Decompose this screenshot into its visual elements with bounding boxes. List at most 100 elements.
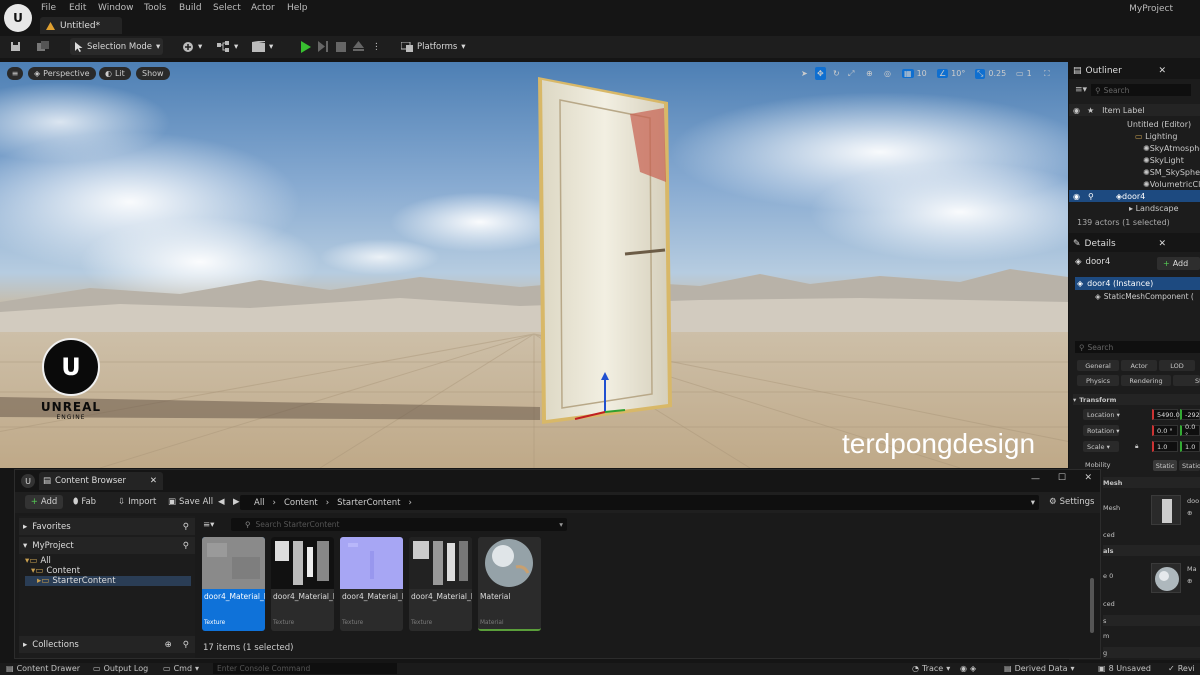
cmd-dropdown[interactable]: ▭ Cmd ▾ xyxy=(163,664,199,673)
minimize-icon[interactable]: — xyxy=(1031,474,1040,484)
menu-tools[interactable]: Tools xyxy=(144,3,166,13)
component-instance-row[interactable]: ◈ door4 (Instance) xyxy=(1075,277,1200,290)
viewport-menu-icon[interactable]: ≡ xyxy=(7,67,23,80)
select-tool-icon[interactable]: ➤ xyxy=(801,67,808,80)
rotate-tool-icon[interactable]: ↻ xyxy=(833,67,840,80)
show-button[interactable]: Show xyxy=(136,67,170,80)
outliner-row[interactable]: ✺SM_SkySphere xyxy=(1069,166,1200,178)
unsaved-button[interactable]: ▣ 8 Unsaved xyxy=(1098,664,1151,673)
close-icon[interactable]: ✕ xyxy=(1158,66,1166,76)
level-viewport[interactable]: ≡ ◈ Perspective ◐ Lit Show ➤ ✥ ↻ ⤢ ⊕ ◎ ▦… xyxy=(0,62,1068,468)
world-space-icon[interactable]: ⊕ xyxy=(866,67,873,80)
scrollbar[interactable] xyxy=(1090,578,1094,633)
grid-snap-toggle[interactable]: ▦ 10 xyxy=(902,67,927,80)
breadcrumb-content[interactable]: Content xyxy=(284,498,318,508)
tree-all[interactable]: ▾▭ All xyxy=(25,556,51,566)
asset-tile[interactable]: door4_Material_Metallic Texture xyxy=(271,537,334,631)
materials-section[interactable]: als xyxy=(1103,545,1200,556)
lock-icon[interactable]: 🔒︎ xyxy=(1135,442,1138,451)
myproject-section[interactable]: ▾ MyProject ⚲ xyxy=(19,537,195,554)
unreal-logo-icon[interactable]: U xyxy=(4,4,32,32)
outliner-row[interactable]: ✺SkyAtmosphere xyxy=(1069,142,1200,154)
tab-level-document[interactable]: Untitled* xyxy=(40,17,122,34)
outliner-row[interactable]: ✺ SkyLight xyxy=(1069,154,1200,166)
tree-startercontent[interactable]: ▸▭ StarterContent xyxy=(25,576,191,586)
search-icon[interactable]: ⚲ xyxy=(183,640,189,650)
menu-edit[interactable]: Edit xyxy=(69,3,86,13)
play-icon[interactable] xyxy=(300,38,311,55)
item-label-column[interactable]: Item Label xyxy=(1102,106,1144,115)
section-fragment[interactable]: s xyxy=(1103,615,1200,626)
scale-dropdown[interactable]: Scale ▾ xyxy=(1083,441,1119,452)
content-drawer-button[interactable]: ▤ Content Drawer xyxy=(6,664,80,673)
back-icon[interactable]: ◀ xyxy=(218,497,225,507)
eye-icon[interactable]: ◉ xyxy=(1073,192,1080,201)
close-icon[interactable]: ✕ xyxy=(1158,239,1166,249)
status-icons[interactable]: ◉ ◈ xyxy=(960,664,976,673)
step-icon[interactable] xyxy=(318,38,329,55)
close-window-icon[interactable]: ✕ xyxy=(1084,473,1092,483)
save-icon[interactable] xyxy=(10,38,21,55)
outliner-row-selected[interactable]: ◉ ⚲ ◈ door4 xyxy=(1069,190,1200,202)
scale-tool-icon[interactable]: ⤢ xyxy=(848,67,854,80)
star-icon[interactable]: ★ xyxy=(1087,106,1094,115)
scale-snap-toggle[interactable]: ⤡ 0.25 xyxy=(975,67,1006,80)
location-y-field[interactable]: -2920 xyxy=(1180,409,1200,420)
breadcrumb-startercontent[interactable]: StarterContent xyxy=(337,498,400,508)
add-button[interactable]: + Add xyxy=(25,495,63,509)
add-component-button[interactable]: + Add xyxy=(1157,257,1200,270)
settings-button[interactable]: ⚙ Settings xyxy=(1049,497,1095,507)
filter-actor[interactable]: Actor xyxy=(1121,360,1157,371)
rotation-y-field[interactable]: 0.0 ° xyxy=(1180,423,1200,439)
filter-streaming[interactable]: Streaming xyxy=(1173,375,1200,386)
material-thumbnail[interactable] xyxy=(1151,563,1181,593)
add-actor-icon[interactable]: ▾ xyxy=(182,38,202,55)
rotation-snap-toggle[interactable]: ∠ 10° xyxy=(937,67,965,80)
lit-button[interactable]: ◐ Lit xyxy=(99,67,131,80)
maximize-icon[interactable]: ☐ xyxy=(1058,473,1066,483)
browse-level-icon[interactable] xyxy=(37,38,49,55)
perspective-button[interactable]: ◈ Perspective xyxy=(28,67,96,80)
outliner-row[interactable]: ✺VolumetricCloud xyxy=(1069,178,1200,190)
asset-tile[interactable]: Material Material xyxy=(478,537,541,631)
selection-mode-dropdown[interactable]: Selection Mode ▾ xyxy=(70,38,163,55)
outliner-row[interactable]: ▸ Landscape xyxy=(1069,202,1200,214)
surface-snap-icon[interactable]: ◎ xyxy=(884,67,891,80)
filter-general[interactable]: General xyxy=(1077,360,1119,371)
outliner-row[interactable]: Untitled (Editor) xyxy=(1069,118,1200,130)
tree-content[interactable]: ▾▭ Content xyxy=(31,566,80,576)
filter-icon[interactable]: ≡▾ xyxy=(1075,85,1087,95)
menu-actor[interactable]: Actor xyxy=(251,3,275,13)
location-x-field[interactable]: 5490.0 xyxy=(1152,409,1180,420)
breadcrumb-all[interactable]: All xyxy=(254,498,265,508)
trace-dropdown[interactable]: ◔ Trace ▾ xyxy=(912,664,950,673)
content-browser-tab[interactable]: ▤ Content Browser ✕ xyxy=(39,472,163,490)
filter-lod[interactable]: LOD xyxy=(1159,360,1195,371)
menu-build[interactable]: Build xyxy=(179,3,202,13)
menu-window[interactable]: Window xyxy=(98,3,134,13)
outliner-tab[interactable]: ▤ Outliner ✕ xyxy=(1069,62,1200,79)
mesh-section[interactable]: Mesh xyxy=(1103,477,1200,488)
rotation-dropdown[interactable]: Rotation ▾ xyxy=(1083,425,1120,436)
section-fragment[interactable]: g xyxy=(1103,647,1200,658)
filter-icon[interactable]: ≡▾ xyxy=(203,520,214,530)
outliner-row[interactable]: ▭ Lighting xyxy=(1069,130,1200,142)
asset-tile[interactable]: door4_Material_Normal Texture xyxy=(340,537,403,631)
asset-tile[interactable]: door4_Material_Height Texture xyxy=(202,537,265,631)
scale-x-field[interactable]: 1.0 xyxy=(1152,441,1178,452)
location-dropdown[interactable]: Location ▾ xyxy=(1083,409,1120,420)
maximize-viewport-icon[interactable]: ⛶ xyxy=(1044,67,1050,80)
menu-file[interactable]: File xyxy=(41,3,56,13)
add-collection-icon[interactable]: ⊕ xyxy=(165,640,172,650)
rotation-x-field[interactable]: 0.0 ° xyxy=(1152,425,1178,436)
fab-button[interactable]: ⬮ Fab xyxy=(73,497,96,507)
menu-help[interactable]: Help xyxy=(287,3,308,13)
chevron-down-icon[interactable]: ▾ xyxy=(1031,498,1035,508)
asset-tile[interactable]: door4_Material_Roughness Texture xyxy=(409,537,472,631)
camera-speed-button[interactable]: ▭ 1 xyxy=(1016,67,1032,80)
component-row[interactable]: ◈ StaticMeshComponent ( xyxy=(1095,292,1194,301)
browse-icon[interactable]: ⊕ xyxy=(1187,509,1192,517)
platforms-dropdown[interactable]: Platforms ▾ xyxy=(401,38,466,55)
details-search[interactable]: ⚲ Search xyxy=(1075,341,1200,353)
chevron-down-icon[interactable]: ▾ xyxy=(559,520,563,529)
